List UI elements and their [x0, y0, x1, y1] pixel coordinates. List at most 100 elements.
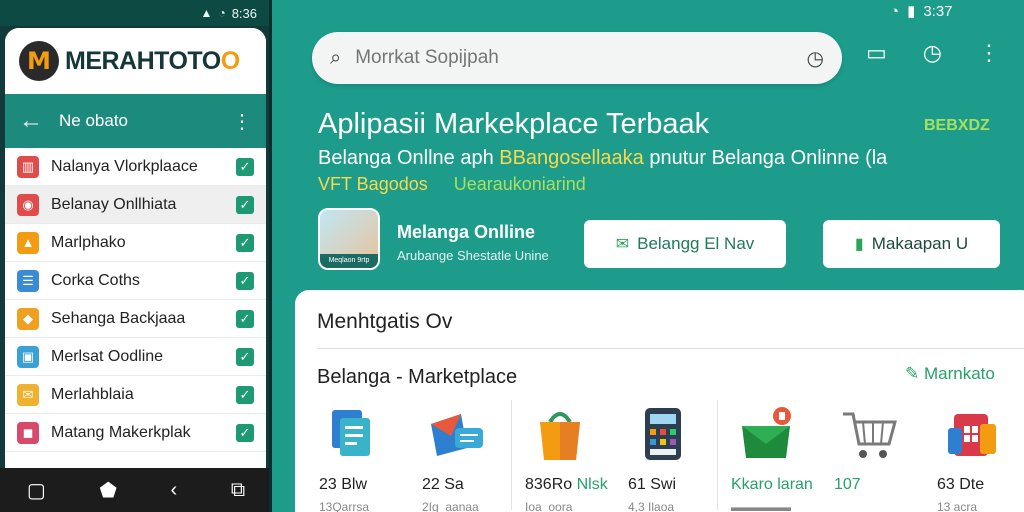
category-item[interactable]: ☰ Corka Coths ✓: [5, 262, 266, 300]
search-bar[interactable]: ⌕ ◷: [312, 32, 842, 84]
category-label: Merlahblaia: [51, 385, 134, 403]
category-item[interactable]: ▥ Nalanya Vlorkplaace ✓: [5, 148, 266, 186]
square-nav-icon[interactable]: ▢: [27, 478, 46, 503]
product-card[interactable]: Kkaro laran ▬▬▬▬▬: [717, 400, 824, 512]
card-subtext: 4,3 Ilaoa: [628, 500, 675, 512]
more-vert-icon[interactable]: ⋮: [978, 40, 1000, 66]
calculator-icon: [632, 404, 694, 464]
tag-icon: ◆: [17, 307, 39, 330]
home-nav-icon[interactable]: ⬟: [99, 478, 116, 503]
check-icon[interactable]: ✓: [236, 423, 254, 442]
phone-status-time: 8:36: [231, 5, 257, 21]
page-headline: Aplipasii Markekplace Terbaak: [318, 108, 710, 140]
battery-icon: ▮: [907, 3, 916, 20]
headline-badge: BEBXDZ: [924, 117, 990, 134]
check-icon[interactable]: ✓: [236, 271, 254, 290]
product-card[interactable]: 63 Dte 13 acra: [927, 400, 1024, 512]
envelope-icon: [735, 404, 797, 464]
card-subtext: 2Ig_aanaa: [422, 500, 479, 512]
category-label: Sehanga Backjaaa: [51, 309, 186, 327]
brand-logo-icon: M: [19, 41, 59, 81]
card-value: 107: [834, 476, 861, 493]
product-card[interactable]: 22 Sa 2Ig_aanaa: [412, 400, 515, 512]
category-label: Marlphako: [51, 233, 126, 251]
check-icon[interactable]: ✓: [236, 233, 254, 252]
back-arrow-icon[interactable]: ←: [19, 107, 43, 135]
section-link[interactable]: ✎ Marnkato: [905, 364, 995, 384]
divider: [317, 348, 1024, 349]
tagline: Belanga Onllne aph BBangosellaaka pnutur…: [318, 147, 888, 169]
card-value: 61 Swi: [628, 476, 677, 493]
notification-icon[interactable]: ▭: [866, 40, 887, 66]
product-card[interactable]: 23 Blw 13Qarrsa: [309, 400, 412, 512]
section-title: Belanga - Marketplace: [317, 366, 518, 388]
category-item[interactable]: ▲ Marlphako ✓: [5, 224, 266, 262]
panel-title: Menhtgatis Ov: [317, 310, 453, 333]
category-label: Corka Coths: [51, 271, 140, 289]
phone-app-screen: M MERAHTOTOO ← Ne obato ⋮ ▥ Nalanya Vlork…: [5, 28, 266, 468]
phone-system-nav: ▢ ⬟ ‹ ⧉: [0, 468, 269, 512]
basket-icon: ◼: [17, 421, 39, 444]
product-card[interactable]: 107: [824, 400, 927, 512]
search-input[interactable]: [355, 47, 793, 69]
toolbar-icons: ▭ ◷ ⋮: [866, 40, 1000, 66]
shopping-bag-icon: ▲: [17, 231, 39, 254]
back-nav-icon[interactable]: ‹: [171, 479, 178, 502]
receipt-icon: ☰: [17, 269, 39, 292]
card-subtext: 13Qarrsa: [319, 500, 370, 512]
thumb-icon: ▮: [854, 236, 864, 253]
card-value: 836Ro Nlsk: [525, 476, 608, 493]
card-value: 23 Blw: [319, 476, 368, 493]
card-subtext: 13 acra: [937, 500, 978, 512]
package-icon: ▣: [17, 345, 39, 368]
makanan-button[interactable]: ▮ Makaapan U: [823, 220, 1000, 268]
history-icon[interactable]: ◷: [807, 46, 824, 71]
check-icon[interactable]: ✓: [236, 347, 254, 366]
shopping-bag-icon: [529, 404, 591, 464]
brand-header: M MERAHTOTOO: [5, 28, 266, 94]
bag-icon: ◉: [17, 193, 39, 216]
edit-icon: ✎: [905, 364, 924, 383]
phone-status-bar: ▲ ◔ 8:36: [0, 0, 269, 26]
category-item[interactable]: ◆ Sehanga Backjaaa ✓: [5, 300, 266, 338]
belanja-button[interactable]: ✉ Belangg El Nav: [584, 220, 786, 268]
tagline-secondary: VFT Bagodos Uearaukoniarind: [318, 174, 586, 194]
phone-frame: ▲ ◔ 8:36 M MERAHTOTOO ← Ne obato ⋮ ▥ Nala…: [0, 0, 272, 512]
phone-nav-title: Ne obato: [59, 111, 128, 130]
card-value: 22 Sa: [422, 476, 464, 493]
category-label: Belanay Onllhiata: [51, 195, 177, 213]
store-box-icon: [941, 404, 1003, 464]
cart-icon: ✉: [17, 383, 39, 406]
phone-nav-header: ← Ne obato ⋮: [5, 94, 266, 148]
app-thumbnail[interactable]: Meqlaon 9rtp: [318, 208, 380, 270]
clock-icon[interactable]: ◷: [923, 40, 942, 66]
screenshot-nav-icon[interactable]: ⧉: [231, 479, 245, 502]
signal-icon: ▲: [200, 6, 213, 20]
mail-chat-icon: [426, 404, 488, 464]
wifi-icon: ◔: [218, 6, 226, 20]
category-list: ▥ Nalanya Vlorkplaace ✓ ◉ Belanay Onllhiata ✓…: [5, 148, 266, 452]
category-item[interactable]: ▣ Merlsat Oodline ✓: [5, 338, 266, 376]
cart-icon: [838, 404, 900, 464]
app-status-bar: ◔ ▮ 3:37: [890, 2, 953, 21]
app-status-time: 3:37: [923, 2, 953, 20]
brand-name: MERAHTOTOO: [65, 46, 240, 75]
store-icon: ▥: [17, 155, 39, 178]
category-item[interactable]: ◼ Matang Makerkplak ✓: [5, 414, 266, 452]
more-vert-icon[interactable]: ⋮: [232, 109, 252, 134]
card-subtext: Ioa_oora: [525, 500, 573, 512]
product-card[interactable]: 61 Swi 4,3 Ilaoa: [618, 400, 721, 512]
search-icon: ⌕: [330, 46, 342, 69]
check-icon[interactable]: ✓: [236, 195, 254, 214]
app-subtitle: Arubange Shestatle Unine: [397, 248, 549, 263]
category-item[interactable]: ◉ Belanay Onllhiata ✓: [5, 186, 266, 224]
mail-icon: ✉: [615, 236, 630, 253]
check-icon[interactable]: ✓: [236, 385, 254, 404]
check-icon[interactable]: ✓: [236, 309, 254, 328]
card-value: Kkaro laran: [731, 476, 813, 493]
category-label: Matang Makerkplak: [51, 423, 191, 441]
category-label: Nalanya Vlorkplaace: [51, 157, 198, 175]
product-card[interactable]: 836Ro Nlsk Ioa_oora: [511, 400, 618, 512]
check-icon[interactable]: ✓: [236, 157, 254, 176]
category-item[interactable]: ✉ Merlahblaia ✓: [5, 376, 266, 414]
